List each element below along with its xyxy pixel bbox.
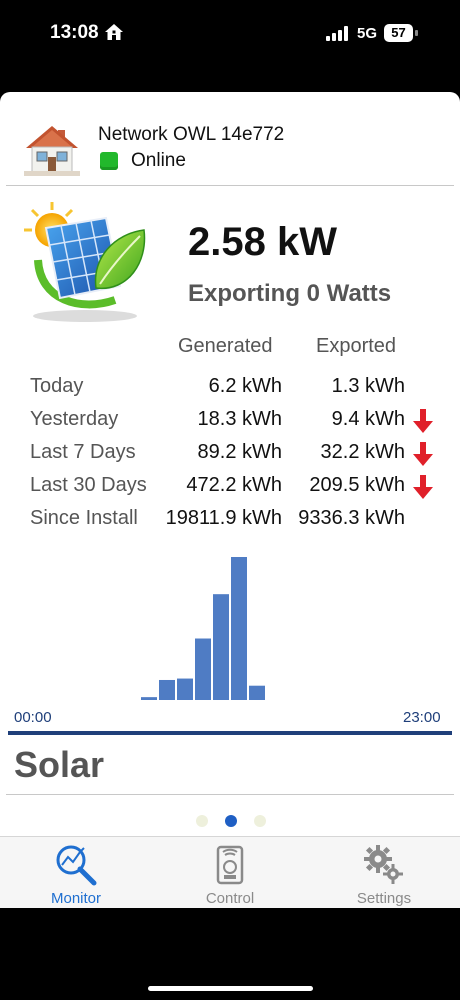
generation-chart[interactable] [0,554,460,704]
down-arrow-icon [413,409,433,433]
device-name: Network OWL 14e772 [98,124,285,145]
chart-bar [195,638,211,700]
section-divider [6,794,454,795]
row-label: Today [30,375,84,397]
header-divider [6,185,454,186]
chart-bar [141,697,157,700]
chart-bar [159,679,175,700]
tab-control-label: Control [205,890,255,907]
row-generated: 19811.9 kWh [165,507,282,529]
row-exported: 209.5 kWh [309,474,405,496]
row-generated: 472.2 kWh [186,474,282,496]
table-row: Last 7 Days 89.2 kWh 32.2 kWh [0,441,460,471]
device-status: Online [131,150,186,171]
table-row: Yesterday 18.3 kWh 9.4 kWh [0,408,460,438]
page-indicator[interactable] [0,812,460,828]
row-exported: 9336.3 kWh [298,507,405,529]
down-arrow-icon [413,475,433,499]
device-header[interactable]: Network OWL 14e772 Online [0,92,460,186]
control-icon [216,845,244,885]
chart-bar [249,685,265,700]
app-screen: Network OWL 14e772 Online 2.58 kW Export… [0,92,460,908]
battery-level: 57 [384,24,413,42]
section-title: Solar [14,744,105,785]
tab-settings-label: Settings [356,890,412,907]
table-row: Today 6.2 kWh 1.3 kWh [0,375,460,405]
export-status: Exporting 0 Watts [188,280,392,307]
settings-icon [364,845,403,884]
column-header-generated: Generated [178,335,273,357]
row-generated: 18.3 kWh [197,408,282,430]
status-bar: 13:08 5G 57 [0,0,460,70]
network-type: 5G [357,25,378,42]
signal-icon [326,26,348,41]
column-header-exported: Exported [316,335,397,357]
table-row: Last 30 Days 472.2 kWh 209.5 kWh [0,474,460,504]
online-indicator [100,152,118,170]
chart-x-start: 00:00 [14,709,52,726]
chart-bar [177,678,193,700]
row-label: Yesterday [30,408,119,430]
chart-x-end: 23:00 [403,709,441,726]
down-arrow-icon [413,442,433,466]
tab-monitor-label: Monitor [50,890,102,907]
chart-bar [213,594,229,700]
row-exported: 32.2 kWh [320,441,405,463]
page-dot[interactable] [196,815,208,827]
page-dot[interactable] [254,815,266,827]
row-exported: 1.3 kWh [331,375,405,397]
tab-monitor[interactable]: Monitor [16,837,136,908]
chart-bar [231,557,247,700]
page-dot[interactable] [225,815,237,827]
chart-axis-line [8,731,452,735]
solar-panel-icon [24,202,146,322]
row-generated: 6.2 kWh [208,375,282,397]
row-label: Last 7 Days [30,441,136,463]
row-generated: 89.2 kWh [197,441,282,463]
tab-settings[interactable]: Settings [324,837,444,908]
tab-control[interactable]: Control [170,837,290,908]
status-time: 13:08 [50,22,99,43]
home-indicator[interactable] [148,986,313,991]
table-row: Since Install 19811.9 kWh 9336.3 kWh [0,507,460,537]
current-power: 2.58 kW [188,220,337,264]
row-label: Last 30 Days [30,474,147,496]
row-exported: 9.4 kWh [331,408,405,430]
monitor-icon [56,845,97,886]
tab-bar: Monitor Control Settings [0,836,460,908]
row-label: Since Install [30,507,138,529]
battery-icon: 57 [384,24,418,42]
house-icon [24,126,80,176]
home-icon [105,24,123,40]
